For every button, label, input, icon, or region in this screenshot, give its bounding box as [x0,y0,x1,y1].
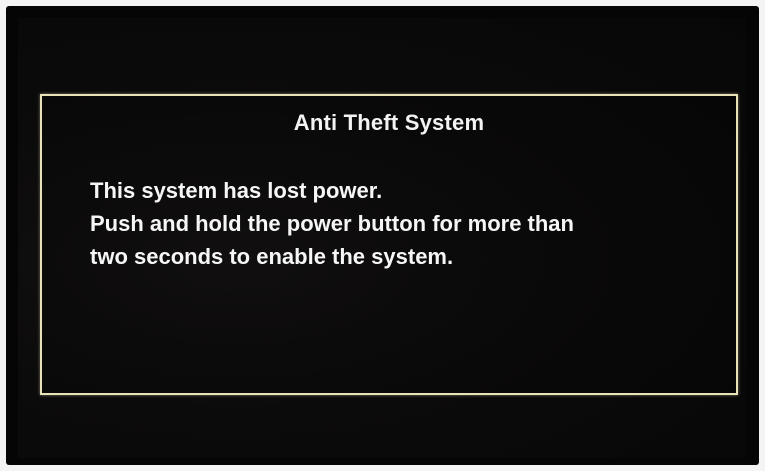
message-line: This system has lost power. [90,178,383,203]
dialog-title: Anti Theft System [293,110,485,135]
message-line: Push and hold the power button for more … [90,211,574,236]
photo-background: Anti Theft System This system has lost p… [0,0,765,471]
anti-theft-dialog: Anti Theft System This system has lost p… [40,94,738,395]
display-bezel: Anti Theft System This system has lost p… [6,6,759,465]
dialog-message: This system has lost power. Push and hol… [90,174,720,273]
display-screen: Anti Theft System This system has lost p… [18,18,746,458]
message-line: two seconds to enable the system. [90,244,454,269]
